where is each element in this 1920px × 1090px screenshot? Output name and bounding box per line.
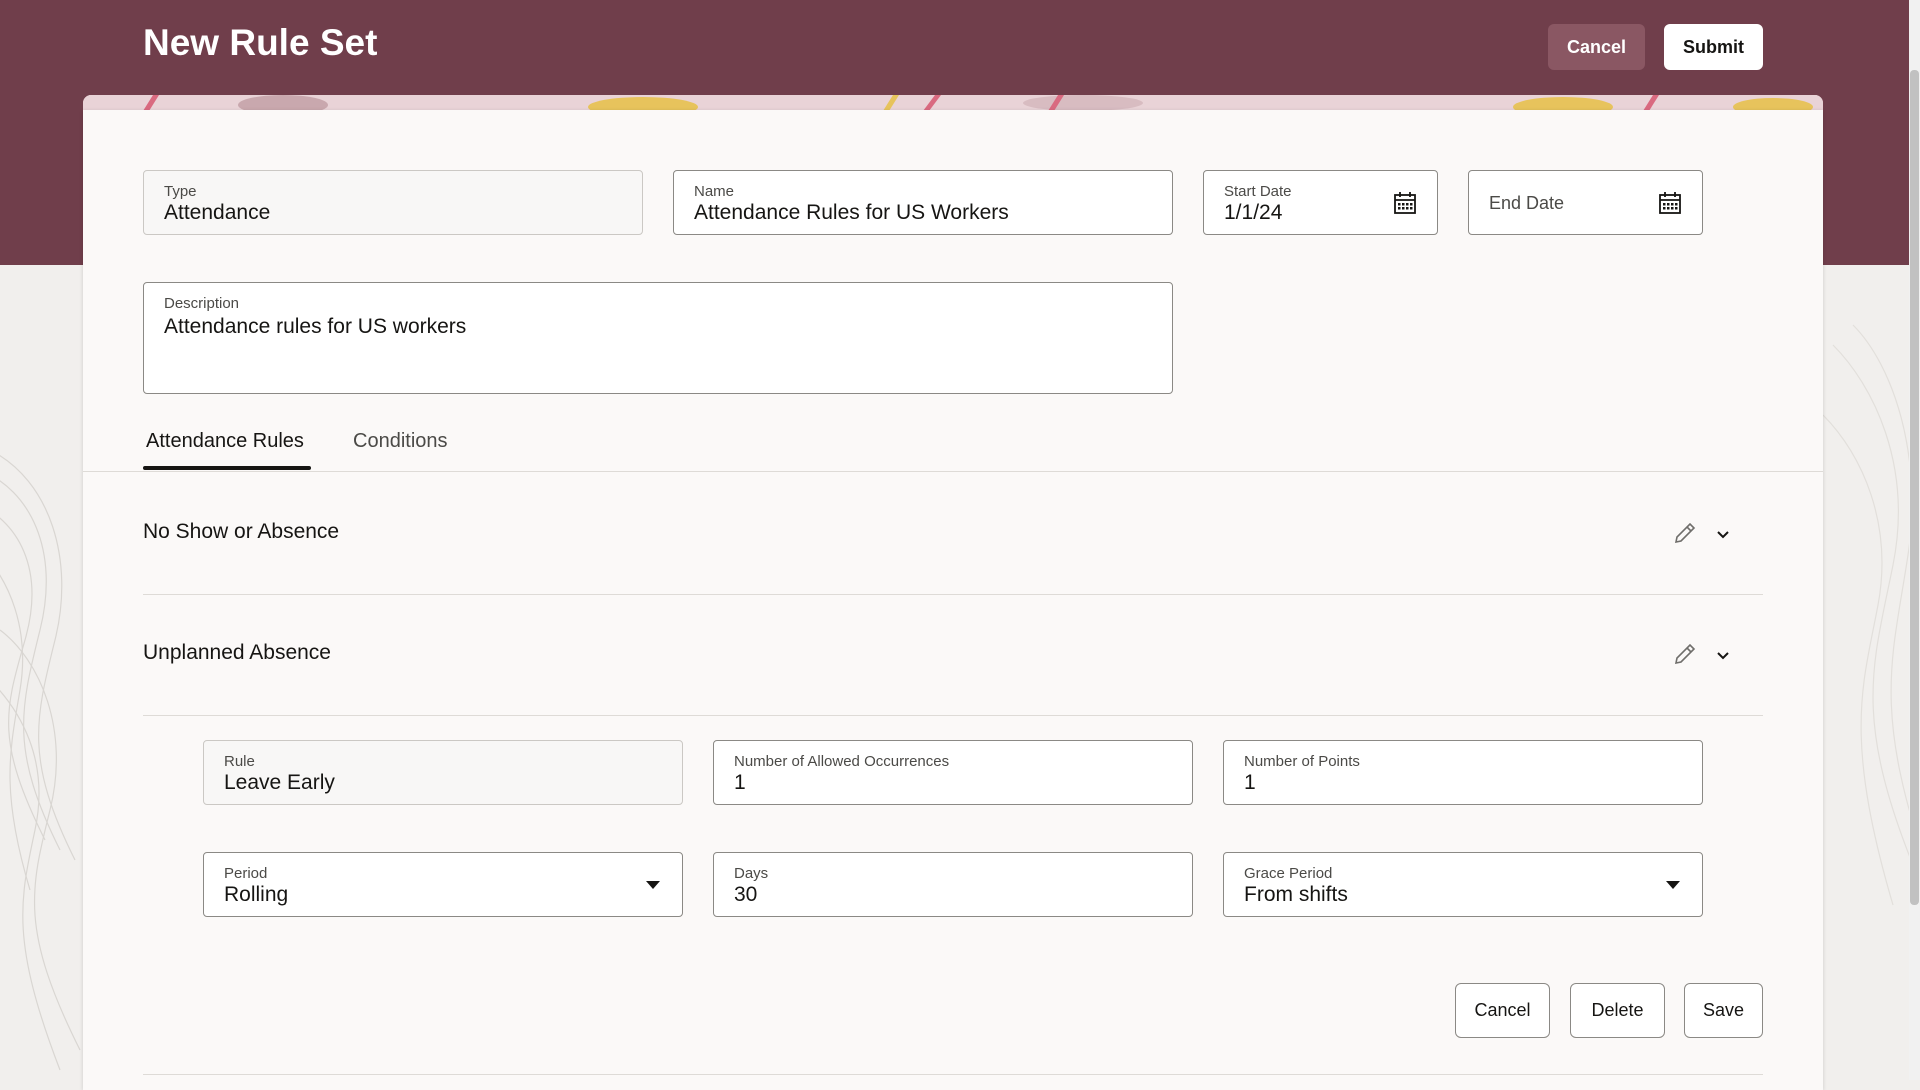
allowed-occurrences-field[interactable]: Number of Allowed Occurrences 1: [713, 740, 1193, 805]
name-field[interactable]: Name Attendance Rules for US Workers: [673, 170, 1173, 235]
tab-conditions[interactable]: Conditions: [353, 430, 448, 453]
period-select[interactable]: Period Rolling: [203, 852, 683, 917]
start-date-field[interactable]: Start Date 1/1/24: [1203, 170, 1438, 235]
rule-set-card: [83, 110, 1823, 1090]
type-value: Attendance: [164, 201, 271, 224]
topographic-pattern-right: [1823, 324, 1909, 906]
tab-attendance-rules[interactable]: Attendance Rules: [146, 430, 304, 453]
chevron-down-icon[interactable]: [1710, 522, 1736, 548]
decorative-pattern-strip: [83, 95, 1823, 111]
edit-pencil-icon[interactable]: [1672, 520, 1698, 546]
end-date-field[interactable]: End Date: [1468, 170, 1703, 235]
calendar-icon[interactable]: [1658, 191, 1682, 215]
rule-cancel-button[interactable]: Cancel: [1455, 983, 1550, 1038]
rule-delete-button[interactable]: Delete: [1570, 983, 1665, 1038]
dropdown-caret-icon[interactable]: [1666, 881, 1680, 889]
grace-period-select[interactable]: Grace Period From shifts: [1223, 852, 1703, 917]
description-value[interactable]: Attendance rules for US workers: [164, 315, 466, 339]
grace-period-label: Grace Period: [1244, 865, 1333, 882]
allowed-occurrences-value[interactable]: 1: [734, 771, 746, 795]
rule-title-unplanned-absence[interactable]: Unplanned Absence: [143, 641, 331, 665]
end-date-label: End Date: [1489, 193, 1565, 213]
topographic-pattern-left: [0, 455, 81, 1071]
page-title: New Rule Set: [143, 22, 378, 63]
allowed-occurrences-label: Number of Allowed Occurrences: [734, 753, 950, 770]
dropdown-caret-icon[interactable]: [646, 881, 660, 889]
name-value[interactable]: Attendance Rules for US Workers: [694, 201, 1009, 225]
calendar-icon[interactable]: [1393, 191, 1417, 215]
type-label: Type: [164, 183, 197, 200]
start-date-value[interactable]: 1/1/24: [1224, 201, 1282, 225]
period-value[interactable]: Rolling: [224, 883, 288, 907]
chevron-down-icon[interactable]: [1710, 643, 1736, 669]
edit-pencil-icon[interactable]: [1672, 641, 1698, 667]
scrollbar-thumb[interactable]: [1910, 70, 1919, 905]
description-label: Description: [164, 295, 240, 312]
row-divider: [143, 594, 1763, 595]
row-divider: [143, 1074, 1763, 1075]
rule-value: Leave Early: [224, 771, 335, 794]
description-field[interactable]: Description Attendance rules for US work…: [143, 282, 1173, 394]
rule-field: Rule Leave Early: [203, 740, 683, 805]
days-label: Days: [734, 865, 769, 882]
period-label: Period: [224, 865, 268, 882]
name-label: Name: [694, 183, 735, 200]
points-field[interactable]: Number of Points 1: [1223, 740, 1703, 805]
header-cancel-button[interactable]: Cancel: [1548, 24, 1645, 70]
start-date-label: Start Date: [1224, 183, 1292, 200]
tabs-divider: [83, 471, 1823, 472]
points-value[interactable]: 1: [1244, 771, 1256, 795]
active-tab-indicator: [143, 466, 311, 470]
points-label: Number of Points: [1244, 753, 1360, 770]
row-divider: [143, 715, 1763, 716]
rule-title-no-show[interactable]: No Show or Absence: [143, 520, 339, 544]
grace-period-value[interactable]: From shifts: [1244, 883, 1348, 907]
rule-save-button[interactable]: Save: [1684, 983, 1763, 1038]
decorative-shapes: [83, 95, 1823, 111]
header-submit-button[interactable]: Submit: [1664, 24, 1763, 70]
type-field: Type Attendance: [143, 170, 643, 235]
rule-label: Rule: [224, 753, 255, 770]
days-value[interactable]: 30: [734, 883, 757, 907]
days-field[interactable]: Days 30: [713, 852, 1193, 917]
